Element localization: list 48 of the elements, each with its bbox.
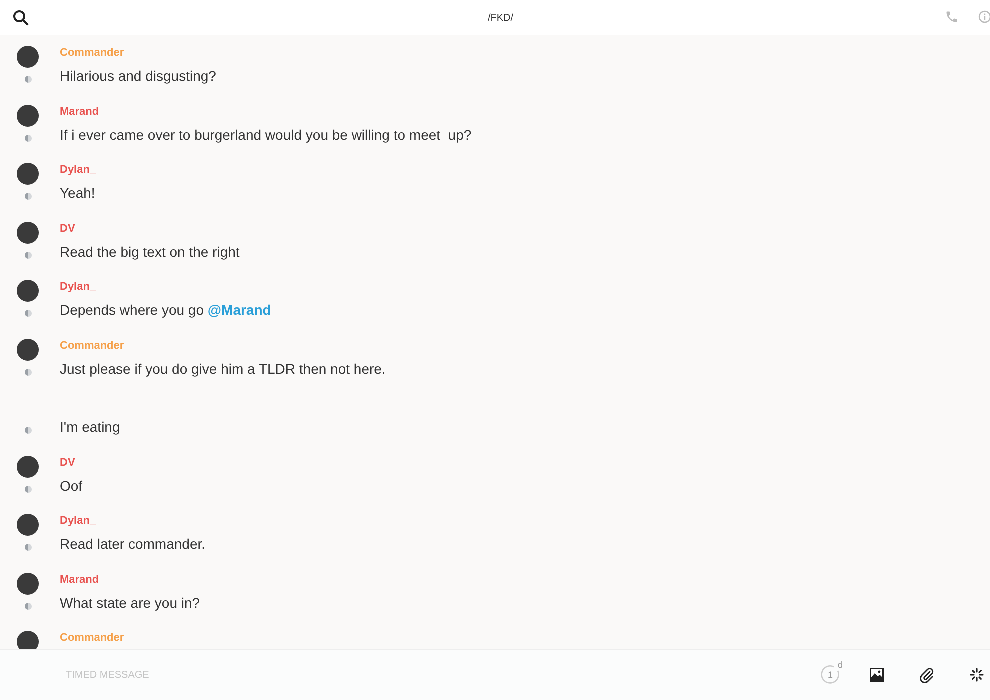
author-name[interactable]: DV: [60, 222, 240, 236]
message-text: Hilarious and disgusting?: [60, 67, 216, 86]
message-text: Read the big text on the right: [60, 242, 240, 262]
sparkle-icon[interactable]: [970, 668, 984, 682]
author-name[interactable]: Dylan_: [60, 163, 96, 177]
author-name[interactable]: Commander: [60, 338, 386, 352]
image-icon[interactable]: [870, 668, 884, 682]
read-status-icon: [24, 427, 32, 434]
channel-title: /FKD/: [488, 12, 514, 26]
avatar[interactable]: [17, 631, 39, 649]
paperclip-icon[interactable]: [920, 667, 934, 683]
message-input[interactable]: TIMED MESSAGE: [66, 660, 666, 690]
timer-count: 1: [828, 669, 834, 682]
author-name[interactable]: Commander: [60, 46, 216, 60]
author-name[interactable]: Marand: [60, 572, 200, 586]
read-status-icon: [24, 310, 32, 317]
message-text: I'm eating: [60, 418, 120, 437]
author-name[interactable]: Commander: [60, 631, 124, 645]
message-text: Just please if you do give him a TLDR then not here.: [60, 360, 386, 379]
read-status-icon: [24, 252, 32, 258]
mention-link[interactable]: @Marand: [208, 302, 272, 318]
author-name[interactable]: DV: [60, 456, 83, 470]
message-text: Depends where you go @Marand: [60, 301, 272, 320]
avatar[interactable]: [17, 456, 39, 478]
message-text: What state are you in?: [60, 594, 200, 613]
read-status-icon: [24, 193, 32, 200]
avatar[interactable]: [17, 222, 39, 244]
avatar[interactable]: [17, 46, 39, 68]
message-text: Oof: [60, 476, 83, 496]
message-text: If i ever came over to burgerland would you be willing to meet up?: [60, 126, 472, 145]
avatar[interactable]: [17, 163, 39, 185]
read-status-icon: [24, 134, 32, 142]
search-icon[interactable]: [13, 10, 29, 26]
read-status-icon: [24, 486, 32, 492]
avatar[interactable]: [17, 572, 39, 594]
avatar[interactable]: [17, 280, 39, 302]
message-text: Read later commander.: [60, 535, 206, 554]
author-name[interactable]: Dylan_: [60, 514, 206, 528]
read-status-icon: [24, 76, 32, 83]
avatar[interactable]: [17, 338, 39, 360]
read-status-icon: [24, 544, 32, 551]
avatar[interactable]: [17, 104, 39, 126]
read-status-icon: [24, 602, 32, 610]
author-name[interactable]: Marand: [60, 104, 472, 118]
message-text: Yeah!: [60, 184, 96, 203]
read-status-icon: [24, 368, 32, 376]
author-name[interactable]: Dylan_: [60, 280, 272, 294]
avatar[interactable]: [17, 514, 39, 536]
